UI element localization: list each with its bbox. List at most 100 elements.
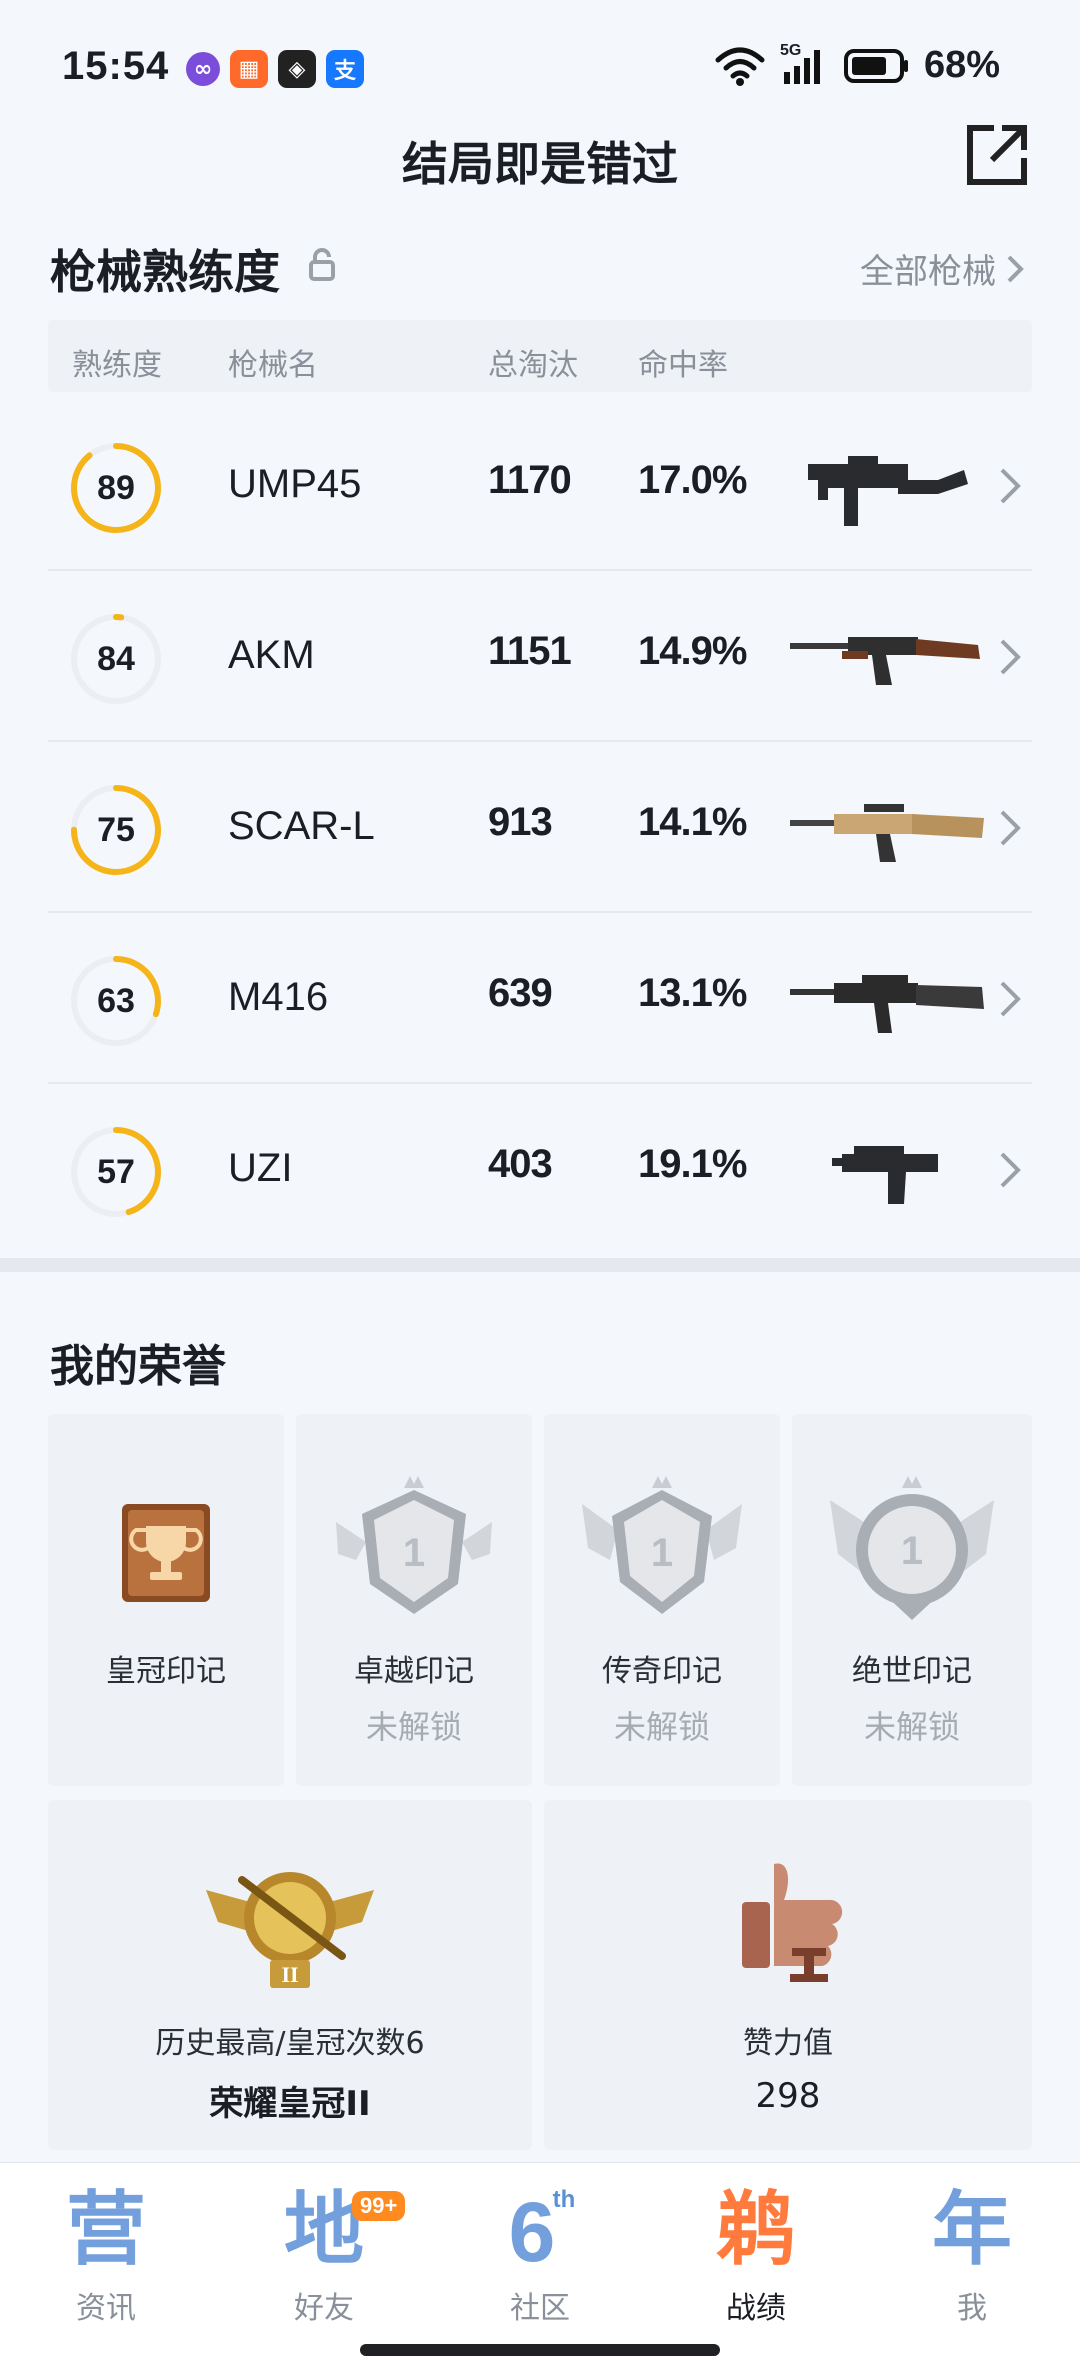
trophy-badge-icon: [122, 1504, 210, 1602]
weapon-name: UZI: [228, 1146, 293, 1190]
pistol-weapon-icon: [832, 1146, 938, 1204]
tab-glyph: 6: [509, 2185, 556, 2271]
status-app-icons: ∞ ▦ ◈ 支: [186, 50, 364, 88]
weapon-hit-rate: 14.1%: [638, 800, 747, 844]
rifle-tan-weapon-icon: [790, 804, 984, 862]
box-app-icon: ◈: [278, 50, 316, 88]
tab-glyph: 营: [66, 2183, 146, 2271]
likes-card[interactable]: 赞力值 298: [544, 1800, 1032, 2150]
status-indicators: 5G 68%: [714, 42, 1000, 87]
battery-icon: [843, 48, 908, 83]
honors-section-title: 我的荣誉: [50, 1341, 226, 1392]
mastery-level: 84: [97, 640, 135, 678]
friends-notification-badge: 99+: [352, 2191, 406, 2221]
news-tab-icon: 营: [66, 2183, 146, 2271]
rifle-black-weapon-icon: [790, 975, 984, 1033]
wifi-icon: [715, 47, 765, 86]
tab-news[interactable]: 营 资讯: [36, 2181, 176, 2331]
chevron-right-icon: [1000, 981, 1021, 1017]
silver-rank-badge-icon: 1: [830, 1476, 994, 1620]
me-tab-icon: 年: [932, 2183, 1012, 2271]
weapon-row[interactable]: 84 AKM 1151 14.9%: [48, 571, 1032, 742]
status-time: 15:54: [62, 44, 170, 88]
column-kills: 总淘汰: [488, 348, 578, 383]
chevron-right-icon: [1000, 1152, 1021, 1188]
column-weapon-name: 枪械名: [228, 348, 318, 383]
all-weapons-link[interactable]: 全部枪械: [860, 244, 1024, 293]
weapon-hit-rate: 19.1%: [638, 1142, 747, 1186]
weapon-row[interactable]: 63 M416 639 13.1%: [48, 913, 1032, 1084]
weapon-row[interactable]: 57 UZI 403 19.1%: [48, 1084, 1032, 1255]
honor-label: 绝世印记: [852, 1654, 972, 1689]
mastery-level: 75: [97, 811, 135, 849]
rifle-wood-weapon-icon: [790, 637, 980, 685]
honor-status: 未解锁: [365, 1708, 462, 1746]
chevron-right-icon: [1000, 639, 1021, 675]
tab-label: 好友: [294, 2291, 354, 2326]
community-tab-icon: 6 th: [509, 2185, 576, 2271]
weapon-row[interactable]: 75 SCAR-L 913 14.1%: [48, 742, 1032, 913]
mastery-ring: 89: [68, 440, 164, 536]
silver-rank-badge-icon: 1: [336, 1476, 492, 1614]
lock-icon[interactable]: [308, 248, 336, 282]
badge-numeral: 1: [403, 1531, 425, 1575]
honor-label: 卓越印记: [354, 1654, 474, 1689]
tab-me[interactable]: 年 我: [902, 2181, 1042, 2331]
mastery-ring: 63: [68, 953, 164, 1049]
mastery-level: 57: [97, 1153, 135, 1191]
weapon-name: SCAR-L: [228, 804, 375, 848]
tab-label: 社区: [510, 2291, 570, 2326]
home-indicator[interactable]: [360, 2344, 720, 2356]
column-mastery: 熟练度: [72, 348, 162, 383]
mastery-ring: 84: [68, 611, 164, 707]
weapon-hit-rate: 13.1%: [638, 971, 747, 1015]
column-hit-rate: 命中率: [638, 348, 728, 383]
weapon-hit-rate: 17.0%: [638, 458, 747, 502]
honor-label: 皇冠印记: [106, 1654, 226, 1689]
mastery-ring: 57: [68, 1124, 164, 1220]
badge-numeral: 1: [901, 1529, 923, 1573]
weapons-table-header: 熟练度 枪械名 总淘汰 命中率: [48, 320, 1032, 392]
badge-numeral: 1: [651, 1531, 673, 1575]
mastery-ring: 75: [68, 782, 164, 878]
grid-app-icon: ▦: [230, 50, 268, 88]
legend-mark-card[interactable]: 1 传奇印记 未解锁: [544, 1414, 780, 1786]
mastery-level: 63: [97, 982, 135, 1020]
chevron-right-icon: [1000, 810, 1021, 846]
honor-label: 传奇印记: [602, 1654, 722, 1689]
stats-tab-icon: 鹈: [716, 2183, 796, 2271]
thumbs-up-icon: [742, 1863, 843, 1982]
share-icon[interactable]: [964, 122, 1030, 188]
weapon-name: AKM: [228, 633, 315, 677]
tab-label: 资讯: [76, 2291, 136, 2326]
tab-glyph-sup: th: [553, 2186, 576, 2213]
tab-label: 战绩: [726, 2291, 786, 2326]
likes-label: 赞力值: [743, 2026, 833, 2061]
excellent-mark-card[interactable]: 1 卓越印记 未解锁: [296, 1414, 532, 1786]
rank-numeral: II: [281, 1962, 298, 1987]
tab-stats[interactable]: 鹈 战绩: [686, 2181, 826, 2331]
tab-glyph: 鹈: [716, 2183, 796, 2271]
highest-rank-card[interactable]: II 历史最高/皇冠次数6 荣耀皇冠II: [48, 1800, 532, 2150]
honor-status: 未解锁: [613, 1708, 710, 1746]
tab-glyph: 年: [932, 2183, 1012, 2271]
tab-community[interactable]: 6 th 社区: [470, 2181, 610, 2331]
weapon-hit-rate: 14.9%: [638, 629, 747, 673]
honor-status: 未解锁: [863, 1708, 960, 1746]
highest-rank-label: 历史最高/皇冠次数6: [155, 2026, 425, 2061]
peerless-mark-card[interactable]: 1 绝世印记 未解锁: [792, 1414, 1032, 1786]
weapons-section-title: 枪械熟练度: [50, 245, 280, 299]
silver-rank-badge-icon: 1: [582, 1476, 742, 1614]
smg-weapon-icon: [808, 456, 968, 526]
alipay-app-icon: 支: [326, 50, 364, 88]
weapon-kills: 1151: [488, 629, 572, 673]
weapon-kills: 639: [488, 971, 553, 1015]
signal-icon: 5G: [780, 42, 830, 86]
weapon-row[interactable]: 89 UMP45 1170 17.0%: [48, 400, 1032, 571]
tab-friends[interactable]: 地 99+ 好友: [254, 2181, 406, 2331]
weapon-kills: 403: [488, 1142, 553, 1186]
all-weapons-label: 全部枪械: [860, 252, 996, 292]
battery-level: 68%: [923, 44, 1000, 86]
infinity-app-icon: ∞: [186, 52, 220, 86]
crown-mark-card[interactable]: 皇冠印记: [48, 1414, 284, 1786]
